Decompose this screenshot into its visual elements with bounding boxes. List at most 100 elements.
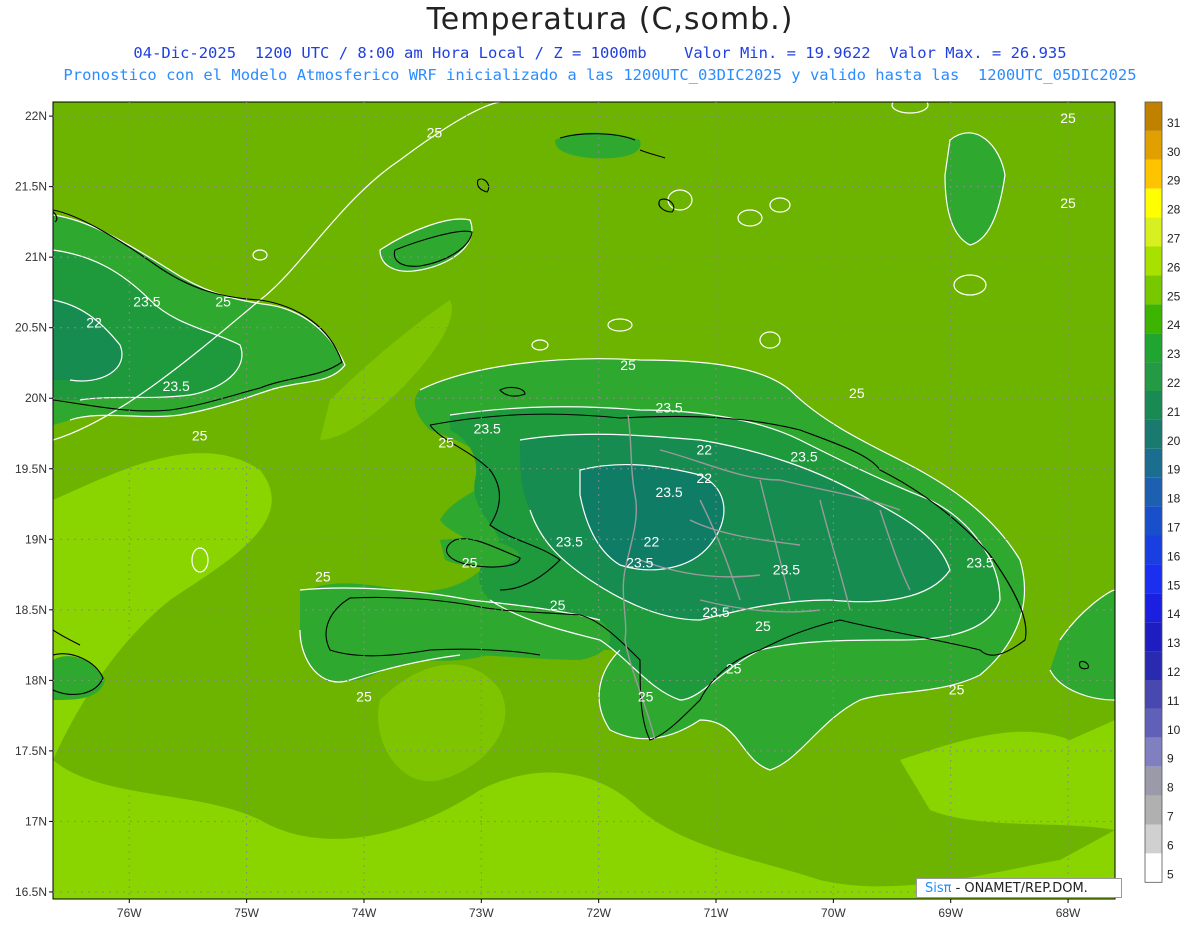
lat-label: 20.5N xyxy=(15,321,47,335)
colorbar-label: 19 xyxy=(1167,463,1181,477)
colorbar-cell xyxy=(1145,130,1162,160)
credit-text: - ONAMET/REP.DOM. xyxy=(951,881,1088,896)
lat-label: 19N xyxy=(25,532,47,546)
lon-label: 72W xyxy=(586,906,611,920)
contour-label: 23.5 xyxy=(773,562,800,578)
lat-label: 16.5N xyxy=(15,885,47,899)
contour-label: 25 xyxy=(462,555,478,571)
colorbar-label: 7 xyxy=(1167,810,1174,824)
contour-label: 23.5 xyxy=(556,533,583,549)
colorbar-cell xyxy=(1145,217,1162,247)
lat-label: 21.5N xyxy=(15,180,47,194)
contour-label: 25 xyxy=(620,357,636,373)
colorbar-label: 31 xyxy=(1167,116,1181,130)
colorbar-label: 16 xyxy=(1167,549,1181,563)
contour-label: 23.5 xyxy=(702,604,729,620)
contour-label: 23.5 xyxy=(163,378,190,394)
colorbar-cell xyxy=(1145,448,1162,478)
lon-label: 73W xyxy=(469,906,494,920)
colorbar-label: 26 xyxy=(1167,260,1181,274)
contour-label: 25 xyxy=(726,660,742,676)
colorbar-label: 11 xyxy=(1167,694,1180,708)
colorbar-label: 15 xyxy=(1167,578,1181,592)
lon-label: 68W xyxy=(1056,906,1081,920)
colorbar-label: 23 xyxy=(1167,347,1181,361)
colorbar-label: 5 xyxy=(1167,867,1174,881)
colorbar-cell xyxy=(1145,824,1162,854)
colorbar-cell xyxy=(1145,102,1162,131)
contour-label: 25 xyxy=(755,618,771,634)
lat-label: 18.5N xyxy=(15,603,47,617)
colorbar-cell xyxy=(1145,680,1162,709)
longitude-labels: 76W 75W 74W 73W 72W 71W 70W 69W 68W xyxy=(117,906,1081,920)
contour-label: 23.5 xyxy=(790,449,817,465)
colorbar-label: 8 xyxy=(1167,781,1174,795)
latitude-labels: 22N 21.5N 21N 20.5N 20N 19.5N 19N 18.5N 18N 17.5N… xyxy=(15,109,47,899)
contour-label: 25 xyxy=(949,681,965,697)
colorbar-cell xyxy=(1145,477,1162,507)
contour-label: 25 xyxy=(438,435,454,451)
colorbar-label: 25 xyxy=(1167,289,1181,303)
contour-label: 22 xyxy=(86,315,102,331)
lat-label: 21N xyxy=(25,250,47,264)
lat-label: 17N xyxy=(25,814,47,828)
colorbar-cell xyxy=(1145,651,1162,680)
colorbar-label: 30 xyxy=(1167,145,1181,159)
contour-label: 23.5 xyxy=(626,555,653,571)
colorbar-label: 17 xyxy=(1167,521,1181,535)
contour-label: 22 xyxy=(696,470,712,486)
colorbar-label: 18 xyxy=(1167,492,1181,506)
lon-label: 76W xyxy=(117,906,142,920)
contour-label: 25 xyxy=(638,689,654,705)
lat-label: 22N xyxy=(25,109,47,123)
contour-label: 23.5 xyxy=(655,399,682,415)
lon-label: 71W xyxy=(704,906,729,920)
lon-label: 74W xyxy=(352,906,377,920)
colorbar-label: 22 xyxy=(1167,376,1181,390)
contour-label: 25 xyxy=(1060,195,1076,211)
colorbar-cell xyxy=(1145,246,1162,276)
colorbar-cell xyxy=(1145,275,1162,305)
contour-label: 25 xyxy=(427,124,443,140)
contour-label: 25 xyxy=(215,294,231,310)
contour-label: 23.5 xyxy=(474,420,501,436)
colorbar-cell xyxy=(1145,391,1162,420)
colorbar-cell xyxy=(1145,535,1162,565)
lon-label: 70W xyxy=(821,906,846,920)
contour-label: 23.5 xyxy=(655,484,682,500)
contour-label: 22 xyxy=(696,442,712,458)
colorbar-cell xyxy=(1145,362,1162,391)
colorbar-label: 13 xyxy=(1167,636,1181,650)
contour-label: 25 xyxy=(192,428,208,444)
lat-label: 20N xyxy=(25,391,47,405)
contour-label: 25 xyxy=(1060,110,1076,126)
colorbar-cell xyxy=(1145,188,1162,218)
lon-label: 69W xyxy=(938,906,963,920)
colorbar-cell xyxy=(1145,737,1162,767)
contour-label: 22 xyxy=(644,533,660,549)
colorbar-cell xyxy=(1145,506,1162,536)
colorbar-label: 28 xyxy=(1167,203,1181,217)
lat-label: 19.5N xyxy=(15,462,47,476)
colorbar-cell xyxy=(1145,766,1162,796)
lon-label: 75W xyxy=(234,906,259,920)
credit-box: Sisπ - ONAMET/REP.DOM. xyxy=(916,878,1122,898)
contour-label: 25 xyxy=(315,569,331,585)
contour-label: 25 xyxy=(550,597,566,613)
colorbar-label: 21 xyxy=(1167,405,1181,419)
colorbar-cell xyxy=(1145,564,1162,594)
colorbar-cell xyxy=(1145,159,1162,189)
credit-brand: Sisπ xyxy=(925,881,952,896)
contour-label: 23.5 xyxy=(133,294,160,310)
colorbar-cell xyxy=(1145,853,1162,883)
lat-label: 18N xyxy=(25,673,47,687)
colorbar-label: 10 xyxy=(1167,723,1181,737)
colorbar-cell xyxy=(1145,593,1162,623)
colorbar-label: 29 xyxy=(1167,174,1181,188)
lat-label: 17.5N xyxy=(15,744,47,758)
colorbar-label: 14 xyxy=(1167,607,1181,621)
colorbar-label: 20 xyxy=(1167,434,1181,448)
colorbar-cell xyxy=(1145,708,1162,738)
colorbar-label: 24 xyxy=(1167,318,1181,332)
colorbar-cell xyxy=(1145,304,1162,334)
